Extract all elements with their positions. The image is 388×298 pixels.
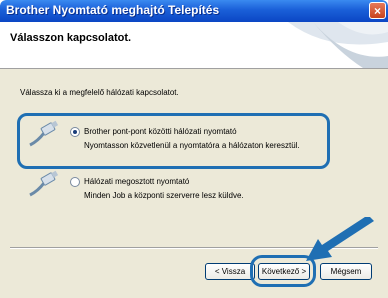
window-title: Brother Nyomtató meghajtó Telepítés xyxy=(6,3,220,17)
selection-highlight xyxy=(17,113,330,169)
option-shared-printer[interactable]: Hálózati megosztott nyomtató Minden Job … xyxy=(28,169,318,213)
instruction-text: Válassza ki a megfelelő hálózati kapcsol… xyxy=(20,88,179,97)
option-description: Minden Job a központi szerverre lesz kül… xyxy=(84,191,244,200)
next-button[interactable]: Következő > xyxy=(258,263,310,280)
title-bar[interactable]: Brother Nyomtató meghajtó Telepítés × xyxy=(0,0,388,22)
wizard-content: Válassza ki a megfelelő hálózati kapcsol… xyxy=(0,69,388,298)
installer-window: Brother Nyomtató meghajtó Telepítés × Vá… xyxy=(0,0,388,298)
header-graphic-icon xyxy=(288,22,388,68)
wizard-header: Válasszon kapcsolatot. xyxy=(0,22,388,69)
back-button[interactable]: < Vissza xyxy=(205,263,255,280)
option-label: Hálózati megosztott nyomtató xyxy=(84,177,190,186)
radio-shared-printer[interactable] xyxy=(70,177,80,187)
network-cable-icon xyxy=(29,170,59,197)
page-title: Válasszon kapcsolatot. xyxy=(10,32,132,44)
close-button[interactable]: × xyxy=(369,2,386,19)
cancel-button[interactable]: Mégsem xyxy=(320,263,372,280)
